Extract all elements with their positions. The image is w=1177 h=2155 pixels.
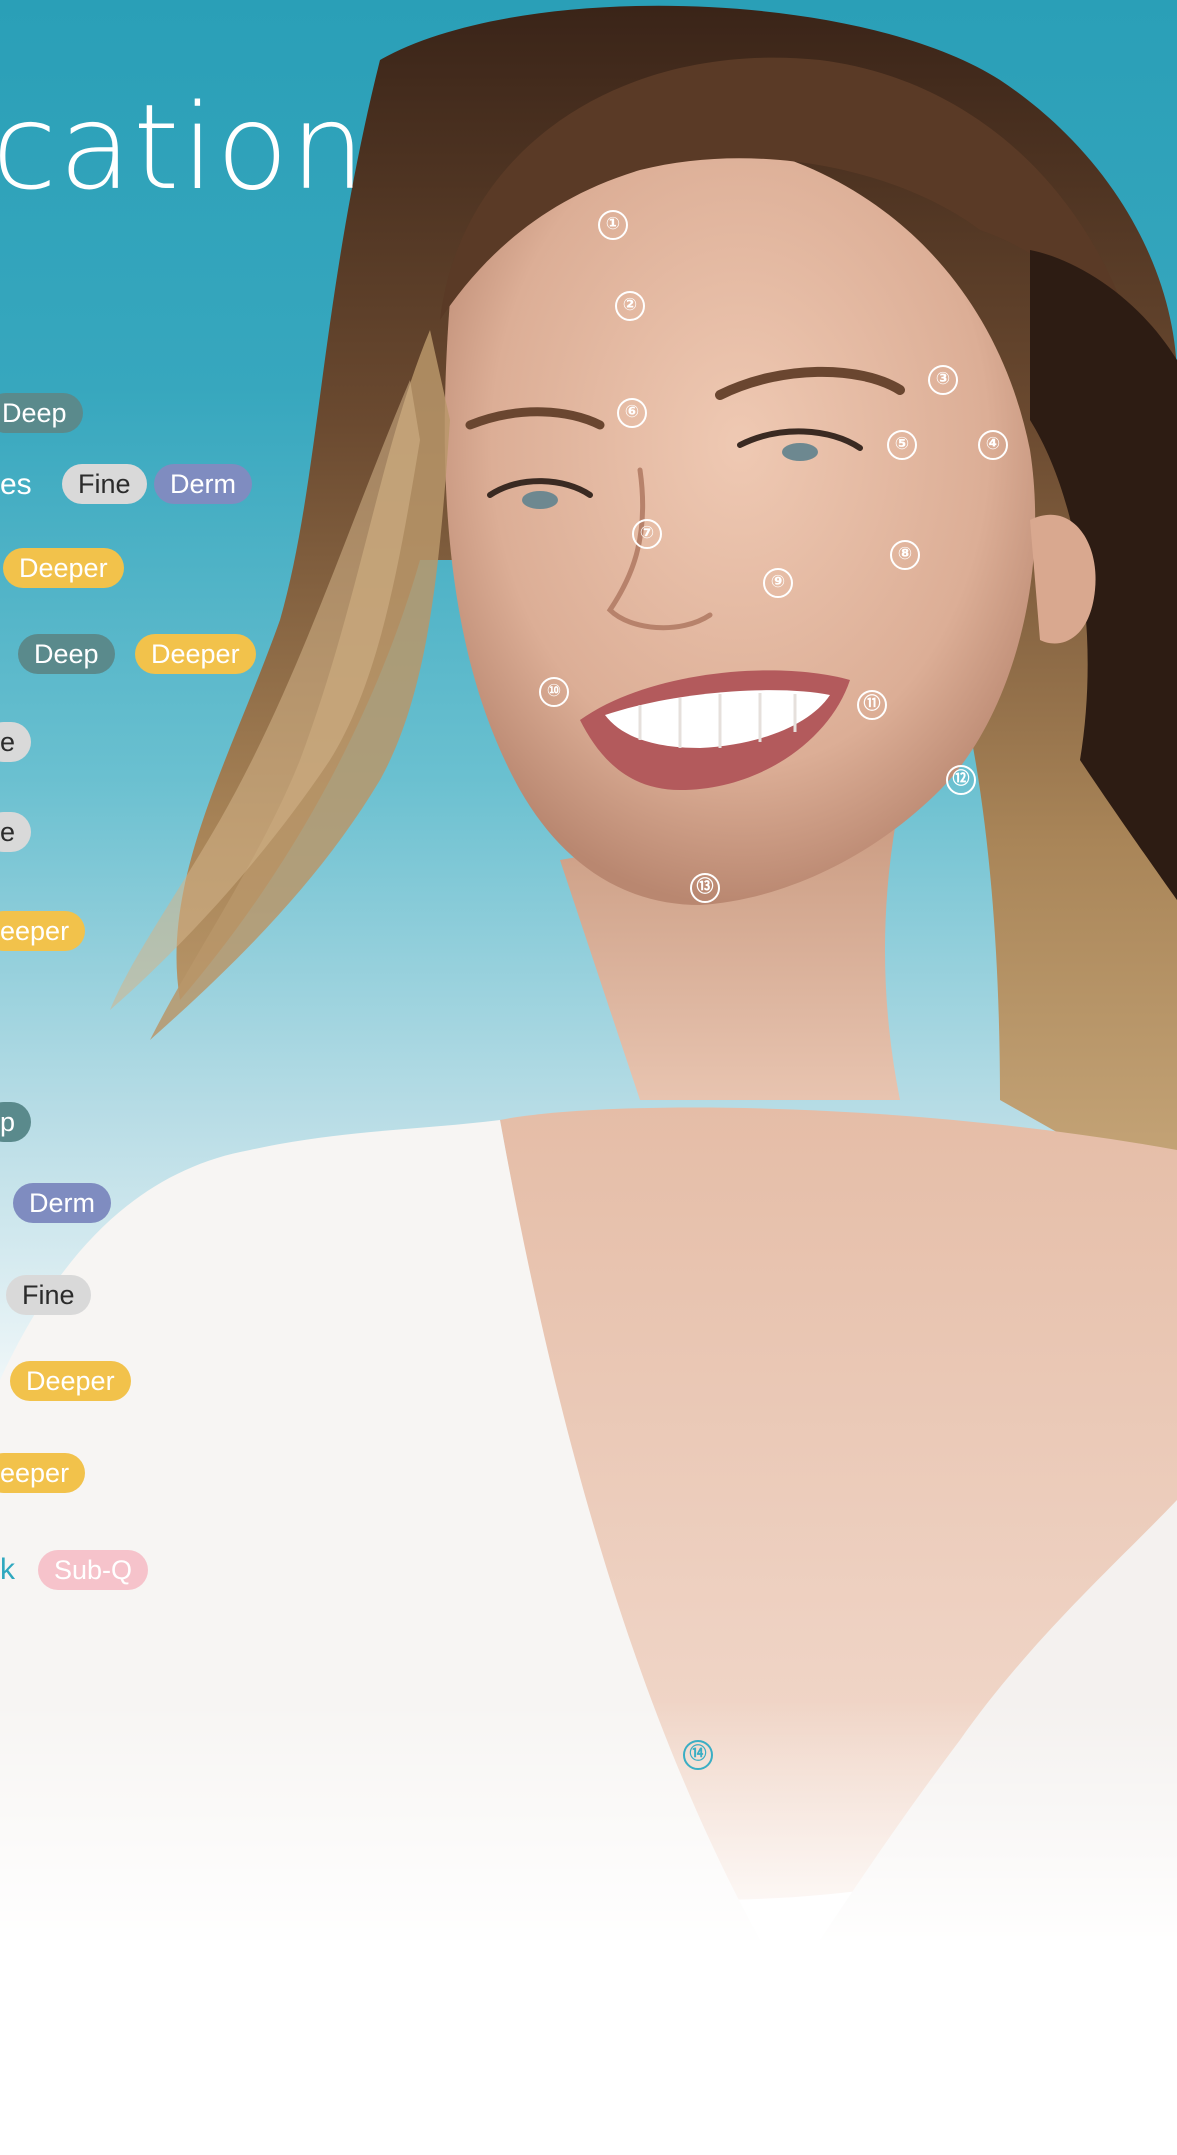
tag-deeper: Deeper (3, 548, 124, 588)
marker-2[interactable]: ② (615, 291, 645, 321)
marker-12[interactable]: ⑫ (946, 765, 976, 795)
marker-8[interactable]: ⑧ (890, 540, 920, 570)
tag-sub-q: Sub-Q (38, 1550, 149, 1590)
tag-deeper: Deeper (135, 634, 256, 674)
tag-derm: Derm (13, 1183, 111, 1223)
marker-10[interactable]: ⑩ (539, 677, 569, 707)
marker-14[interactable]: ⑭ (683, 1740, 713, 1770)
tag-deep: Deep (18, 634, 115, 674)
tag-deeper-clipped: eeper (0, 1453, 86, 1493)
marker-5[interactable]: ⑤ (887, 430, 917, 460)
tag-deep: Deep (0, 393, 83, 433)
tag-deeper-clipped: eeper (0, 911, 86, 951)
marker-13[interactable]: ⑬ (690, 873, 720, 903)
tag-derm: Derm (154, 464, 252, 504)
marker-1[interactable]: ① (598, 210, 628, 240)
tag-fine: Fine (62, 464, 147, 504)
marker-4[interactable]: ④ (978, 430, 1008, 460)
marker-9[interactable]: ⑨ (763, 568, 793, 598)
page-title: cation (0, 78, 368, 216)
marker-6[interactable]: ⑥ (617, 398, 647, 428)
portrait-image (0, 5, 1177, 2155)
row-label-wrinkles: es (0, 468, 32, 501)
page: cation es k Deep Fine Derm Deeper Deep D… (0, 0, 1177, 2155)
marker-11[interactable]: ⑪ (857, 690, 887, 720)
tag-fine: Fine (6, 1275, 91, 1315)
marker-7[interactable]: ⑦ (632, 519, 662, 549)
marker-3[interactable]: ③ (928, 365, 958, 395)
tag-deeper: Deeper (10, 1361, 131, 1401)
row-label-neck: k (0, 1553, 15, 1586)
